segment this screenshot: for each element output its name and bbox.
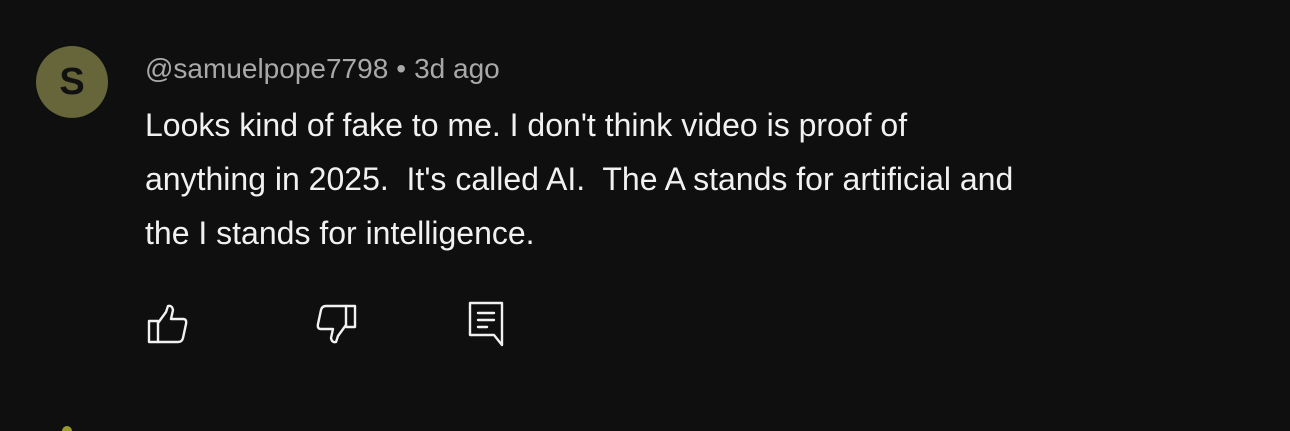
- comment-timestamp: 3d ago: [414, 53, 500, 84]
- author-handle[interactable]: @samuelpope7798: [145, 53, 388, 84]
- comment-actions: [0, 296, 600, 352]
- comment-text-line: the I stands for intelligence.: [145, 215, 535, 251]
- dislike-button[interactable]: [308, 296, 364, 352]
- avatar[interactable]: S: [36, 46, 108, 118]
- meta-separator: •: [396, 53, 407, 84]
- comment-reply-icon: [468, 301, 504, 347]
- comment-item: S @samuelpope7798 • 3d ago Looks kind of f…: [0, 0, 1290, 431]
- reply-button[interactable]: [458, 296, 514, 352]
- comment-text: Looks kind of fake to me. I don't think …: [145, 98, 1245, 260]
- comment-meta: @samuelpope7798 • 3d ago: [145, 52, 500, 86]
- avatar-letter: S: [59, 61, 85, 103]
- like-button[interactable]: [140, 296, 196, 352]
- next-comment-avatar-edge: [62, 426, 72, 431]
- thumbs-down-icon: [316, 304, 357, 344]
- comment-text-line: anything in 2025. It's called AI. The A …: [145, 161, 1014, 197]
- thumbs-up-icon: [147, 304, 188, 344]
- comment-text-line: Looks kind of fake to me. I don't think …: [145, 107, 908, 143]
